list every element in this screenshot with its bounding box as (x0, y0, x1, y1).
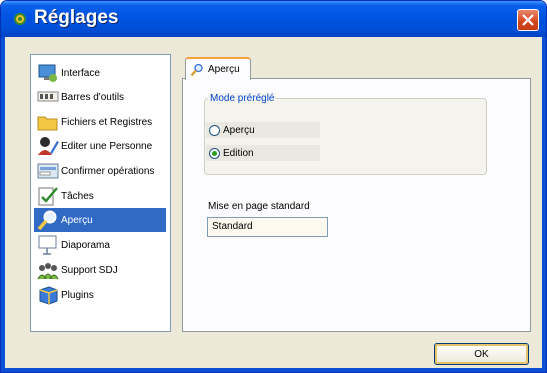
sidebar-item-toolbars[interactable]: Barres d'outils (34, 85, 166, 109)
support-icon (37, 263, 59, 280)
tab-apercu[interactable]: Aperçu (185, 57, 251, 80)
close-button[interactable] (517, 9, 539, 31)
sidebar-item-plugins[interactable]: Plugins (34, 283, 166, 307)
sidebar-item-files[interactable]: Fichiers et Registres (34, 110, 166, 134)
interface-icon (38, 64, 57, 82)
window-title: Réglages (34, 7, 119, 28)
sidebar-item-slideshow[interactable]: Diaporama (34, 233, 166, 257)
radio-apercu[interactable]: Aperçu (206, 122, 320, 138)
tasks-icon (38, 187, 58, 206)
sidebar-item-confirm[interactable]: Confirmer opérations (34, 159, 166, 183)
sidebar-item-tasks[interactable]: Tâches (34, 184, 166, 208)
radio-label: Aperçu (223, 124, 255, 136)
sidebar-item-label: Editer une Personne (61, 140, 153, 152)
radio-label: Edition (223, 147, 254, 159)
plugins-icon (39, 286, 58, 305)
close-icon (522, 14, 534, 26)
sidebar-item-label: Confirmer opérations (61, 165, 155, 177)
edit-person-icon (38, 137, 59, 155)
sidebar-item-label: Support SDJ (61, 264, 118, 276)
settings-window: Réglages Interface Barres d'outils Fichi… (0, 0, 547, 373)
sidebar-item-label: Diaporama (61, 239, 110, 251)
confirm-icon (37, 163, 59, 179)
layout-field-label: Mise en page standard (208, 201, 310, 212)
sidebar-item-label: Fichiers et Registres (61, 116, 153, 128)
sidebar-item-label: Plugins (61, 289, 94, 301)
preview-icon (37, 210, 57, 231)
sidebar-item-label: Tâches (61, 190, 94, 202)
app-icon (14, 13, 26, 25)
radio-edition[interactable]: Edition (206, 145, 320, 161)
folder-icon (37, 116, 58, 131)
sidebar-item-interface[interactable]: Interface (34, 61, 166, 85)
sidebar-item-label: Aperçu (61, 214, 93, 226)
slideshow-icon (38, 235, 57, 255)
sidebar-item-label: Interface (61, 67, 100, 79)
layout-standard-field[interactable]: Standard (207, 217, 328, 237)
sidebar-item-support[interactable]: Support SDJ (34, 258, 166, 282)
sidebar-item-preview[interactable]: Aperçu (34, 208, 166, 232)
group-legend: Mode préréglé (208, 93, 277, 104)
ok-button[interactable]: OK (434, 343, 529, 365)
magnifier-icon (190, 63, 203, 76)
settings-category-list[interactable]: Interface Barres d'outils Fichiers et Re… (30, 54, 171, 332)
sidebar-item-label: Barres d'outils (61, 91, 125, 103)
tab-label: Aperçu (208, 64, 240, 75)
radio-button[interactable] (209, 124, 220, 136)
radio-button[interactable] (209, 147, 220, 159)
toolbars-icon (37, 91, 59, 102)
sidebar-item-edit-person[interactable]: Editer une Personne (34, 134, 166, 158)
title-bar[interactable]: Réglages (1, 1, 546, 37)
